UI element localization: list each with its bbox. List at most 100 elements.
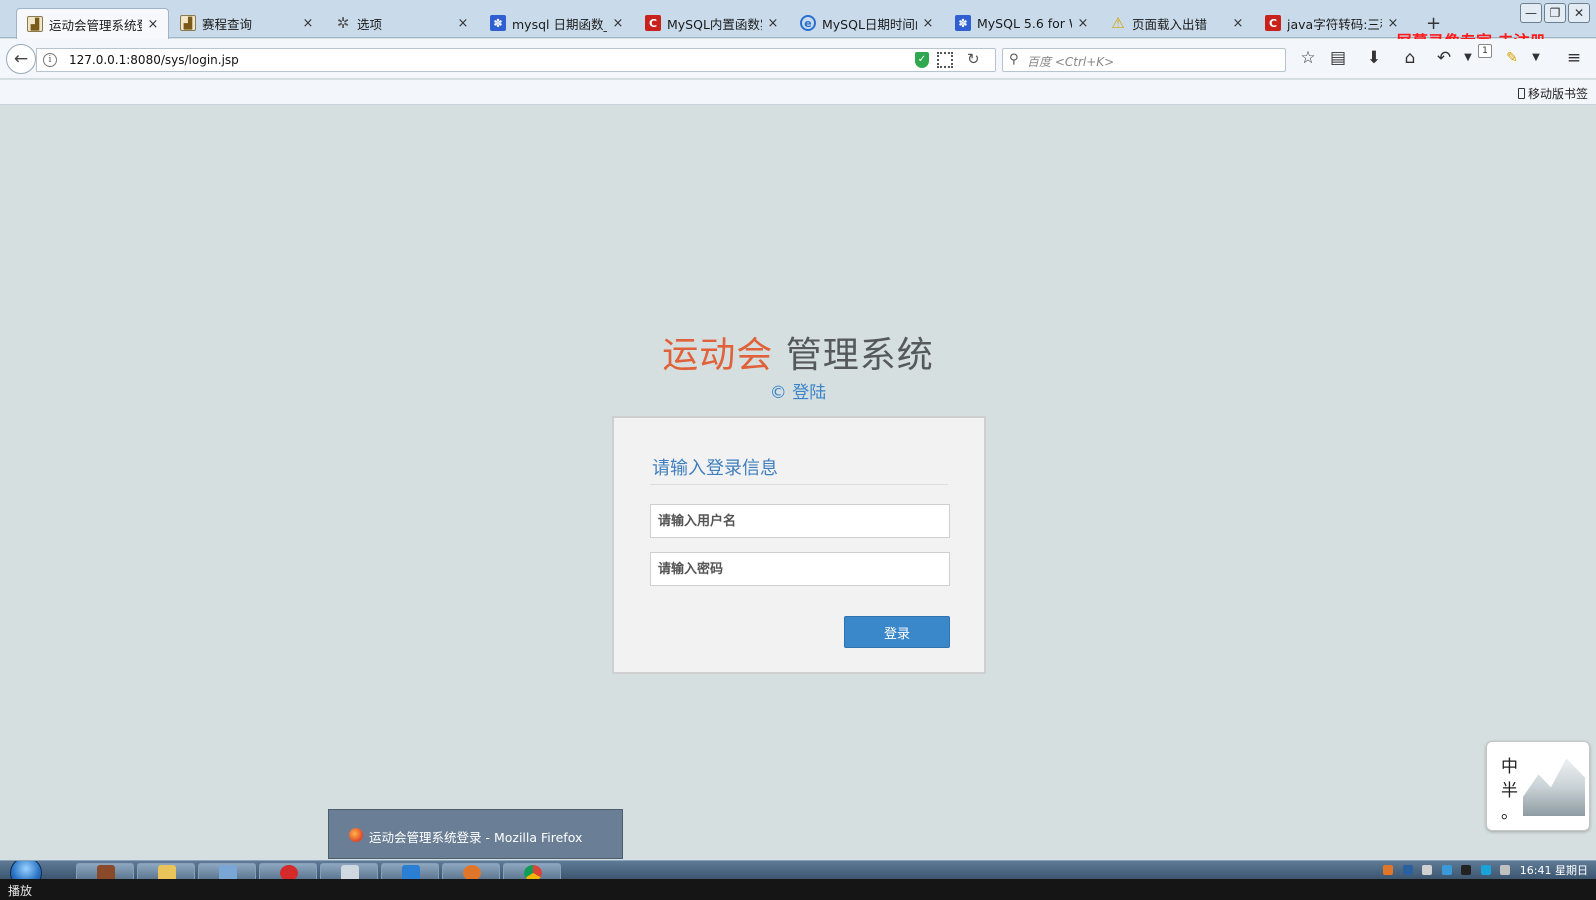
tray-icon[interactable] — [1480, 865, 1491, 875]
undo-icon[interactable]: ↶ — [1432, 46, 1456, 70]
volume-icon[interactable] — [1500, 865, 1511, 875]
download-badge[interactable]: 1 — [1478, 44, 1492, 58]
dolphin-app-icon — [219, 865, 237, 879]
home-icon[interactable]: ⌂ — [1398, 46, 1422, 70]
recorder-app-icon — [280, 865, 298, 879]
warning-icon: ⚠ — [1111, 14, 1125, 32]
tab-close-icon[interactable]: × — [766, 16, 780, 31]
firefox-icon — [463, 865, 481, 879]
bookmark-star-icon[interactable]: ☆ — [1296, 46, 1320, 70]
gear-icon: ✲ — [336, 14, 350, 32]
arrow-left-icon: ← — [13, 49, 29, 69]
reload-icon[interactable]: ↻ — [967, 50, 980, 68]
library-icon[interactable]: ▤ — [1326, 46, 1350, 70]
minimize-button[interactable]: — — [1520, 3, 1542, 23]
tab-options[interactable]: ✲ 选项 × — [325, 8, 478, 38]
address-bar[interactable]: i 127.0.0.1:8080/sys/login.jsp ✓ ↻ — [36, 48, 996, 72]
url-text[interactable]: 127.0.0.1:8080/sys/login.jsp — [69, 53, 239, 67]
tab-close-icon[interactable]: × — [1076, 16, 1090, 31]
preview-title: 运动会管理系统登录 - Mozilla Firefox — [369, 830, 583, 845]
login-subtitle: © 登陆 — [769, 383, 827, 403]
qr-code-icon[interactable] — [937, 52, 953, 68]
addon-icon[interactable]: ✎ — [1500, 46, 1524, 70]
tab-schedule-query[interactable]: ▟ 赛程查询 × — [170, 8, 323, 38]
info-icon[interactable]: i — [43, 53, 57, 67]
tab-close-icon[interactable]: × — [146, 17, 160, 32]
back-button[interactable]: ← — [6, 44, 36, 74]
app-icon — [402, 865, 420, 879]
tab-page-load-error[interactable]: ⚠ 页面载入出错 × — [1100, 8, 1253, 38]
heading-divider — [650, 484, 948, 485]
taskbar-app-java[interactable] — [76, 863, 134, 879]
taskbar-app-dolphin[interactable] — [198, 863, 256, 879]
dropdown-arrow-icon[interactable]: ▼ — [1456, 46, 1480, 70]
menu-icon[interactable]: ≡ — [1562, 46, 1586, 70]
search-icon: ⚲ — [1009, 52, 1019, 67]
username-input[interactable] — [650, 504, 950, 538]
navigation-toolbar: ← i 127.0.0.1:8080/sys/login.jsp ✓ ↻ ⚲ 百… — [0, 39, 1596, 79]
taskbar-window-preview[interactable]: 运动会管理系统登录 - Mozilla Firefox — [328, 809, 623, 859]
taskbar-app-chrome[interactable] — [503, 863, 561, 879]
phone-icon — [1517, 88, 1525, 99]
tab-close-icon[interactable]: × — [456, 16, 470, 31]
tab-mysql-date-baidu[interactable]: ✽ mysql 日期函数_百 × — [480, 8, 633, 38]
ink-painting-widget[interactable]: 中 半 。 — [1486, 741, 1590, 831]
chrome-icon — [524, 865, 542, 879]
start-button[interactable] — [10, 861, 42, 879]
tab-mysql-56[interactable]: ✽ MySQL 5.6 for Wi × — [945, 8, 1098, 38]
taskbar-app-notepad[interactable] — [320, 863, 378, 879]
system-tray: 16:41 星期日 — [1383, 862, 1588, 878]
tab-close-icon[interactable]: × — [611, 16, 625, 31]
tab-title: MySQL内置函数实 — [667, 16, 762, 32]
tab-mysql-builtin[interactable]: C MySQL内置函数实 × — [635, 8, 788, 38]
tab-java-charset[interactable]: C java字符转码:三种 × — [1255, 8, 1408, 38]
player-status-bar: 播放 — [0, 879, 1596, 900]
password-input[interactable] — [650, 552, 950, 586]
bookmark-bar: 移动版书签 — [0, 80, 1596, 105]
widget-char: 中 — [1501, 757, 1518, 777]
notepad-app-icon — [341, 865, 359, 879]
tray-icon[interactable] — [1383, 865, 1394, 875]
browser-tab-strip: ▟ 运动会管理系统登 × ▟ 赛程查询 × ✲ 选项 × ✽ mysql 日期函… — [0, 0, 1596, 51]
taskbar: 16:41 星期日 — [0, 860, 1596, 879]
brand-title-accent: 运动会 — [662, 335, 774, 376]
tray-icon[interactable] — [1441, 865, 1452, 875]
tab-mysql-datetime[interactable]: e MySQL日期时间函 × — [790, 8, 943, 38]
mountain-painting-icon — [1523, 758, 1585, 816]
tab-close-icon[interactable]: × — [301, 16, 315, 31]
search-bar[interactable]: ⚲ 百度 <Ctrl+K> — [1002, 48, 1286, 72]
qq-icon[interactable] — [1461, 865, 1472, 875]
player-status-text: 播放 — [8, 884, 33, 898]
tray-icon[interactable] — [1422, 865, 1433, 875]
security-shield-icon[interactable]: ✓ — [915, 52, 929, 68]
tab-title: mysql 日期函数_百 — [512, 16, 607, 32]
download-icon[interactable]: ⬇ — [1362, 46, 1386, 70]
tab-close-icon[interactable]: × — [1231, 16, 1245, 31]
brand-title-rest: 管理系统 — [785, 335, 934, 376]
mobile-bookmarks-link[interactable]: 移动版书签 — [1517, 85, 1588, 102]
tray-clock[interactable]: 16:41 星期日 — [1520, 864, 1588, 877]
baidu-paw-icon: ✽ — [490, 15, 506, 31]
page-content: 运动会 管理系统 © 登陆 请输入登录信息 登录 中 半 。 — [0, 106, 1596, 858]
taskbar-app-recorder[interactable] — [259, 863, 317, 879]
tab-title: 赛程查询 — [202, 16, 253, 32]
widget-char: 。 — [1501, 803, 1518, 823]
firefox-icon — [349, 828, 363, 842]
tab-title: java字符转码:三种 — [1287, 16, 1382, 32]
tab-close-icon[interactable]: × — [921, 16, 935, 31]
taskbar-app-explorer[interactable] — [137, 863, 195, 879]
restore-button[interactable]: ❐ — [1544, 3, 1566, 23]
tab-sports-login[interactable]: ▟ 运动会管理系统登 × — [16, 8, 169, 39]
tab-title: 选项 — [357, 16, 383, 32]
java-app-icon — [97, 865, 115, 879]
dropdown-arrow-icon[interactable]: ▼ — [1524, 46, 1548, 70]
taskbar-app-generic[interactable] — [381, 863, 439, 879]
tab-title: MySQL 5.6 for Wi — [977, 15, 1072, 31]
tab-title: 运动会管理系统登 — [49, 17, 142, 33]
close-window-button[interactable]: ✕ — [1568, 3, 1590, 23]
login-button[interactable]: 登录 — [844, 616, 950, 648]
brand-title: 运动会 管理系统 — [0, 326, 1596, 378]
help-icon[interactable] — [1402, 865, 1413, 875]
folder-icon — [158, 865, 176, 879]
taskbar-app-firefox[interactable] — [442, 863, 500, 879]
